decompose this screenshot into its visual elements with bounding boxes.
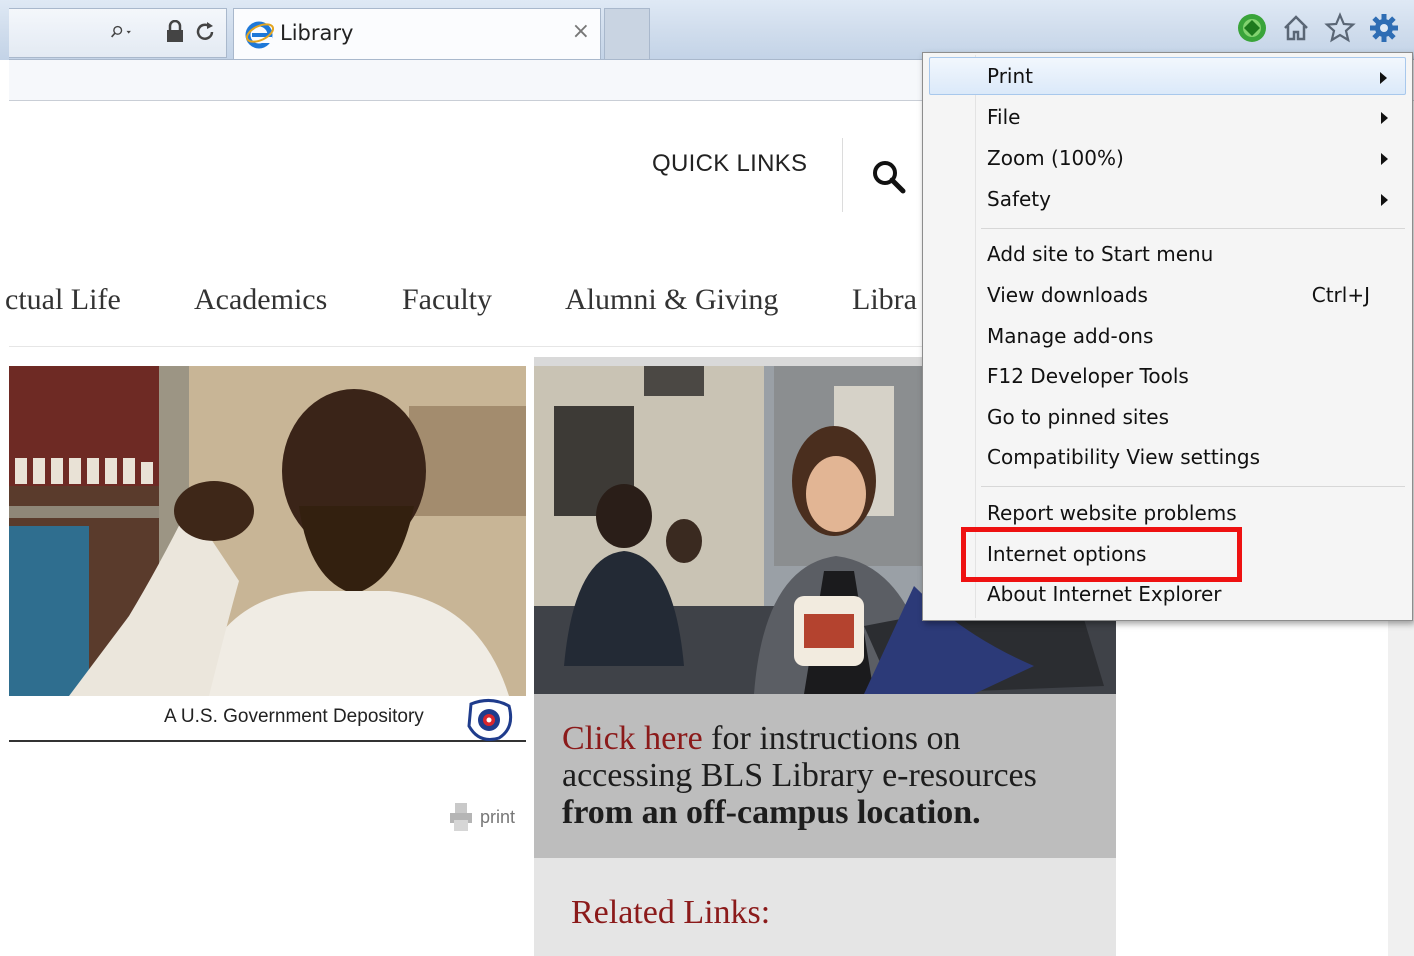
header-divider [842, 138, 843, 212]
refresh-icon[interactable] [194, 19, 216, 45]
print-link[interactable]: print [448, 802, 515, 832]
menu-item-label: About Internet Explorer [987, 582, 1222, 606]
promo-text: Click here for instructions on accessing… [562, 720, 1102, 831]
submenu-arrow-icon [1381, 153, 1388, 165]
nav-library[interactable]: Libra [852, 283, 917, 317]
menu-item-label: Safety [987, 187, 1051, 211]
printer-icon [450, 803, 472, 831]
tools-gear-icon[interactable] [1368, 12, 1400, 44]
menu-item-label: Go to pinned sites [987, 405, 1170, 429]
promo-line-3: from an off-campus location. [562, 794, 981, 831]
lock-icon[interactable] [164, 19, 186, 45]
addon-icon[interactable] [1236, 12, 1268, 44]
favorites-star-icon[interactable] [1324, 12, 1356, 44]
menu-separator [981, 486, 1405, 487]
internet-options-highlight [961, 527, 1242, 582]
page-right-gutter [1388, 620, 1414, 956]
menu-item-label: Print [987, 64, 1034, 88]
tab-close-icon[interactable]: × [572, 19, 590, 44]
submenu-arrow-icon [1381, 194, 1388, 206]
menu-item-safety[interactable]: Safety [929, 180, 1406, 218]
related-links-section: Related Links: [534, 858, 1116, 956]
menu-item-manage-addons[interactable]: Manage add-ons [929, 317, 1406, 355]
print-label: print [480, 806, 516, 827]
menu-item-label: Report website problems [987, 501, 1237, 525]
menu-item-print[interactable]: Print [929, 57, 1406, 95]
nav-faculty[interactable]: Faculty [402, 283, 492, 317]
menu-item-add-site-start[interactable]: Add site to Start menu [929, 235, 1406, 273]
menu-item-f12-tools[interactable]: F12 Developer Tools [929, 357, 1406, 395]
quick-links-link[interactable]: QUICK LINKS [652, 150, 807, 178]
browser-tab[interactable]: Library × [233, 8, 601, 60]
submenu-arrow-icon [1381, 112, 1388, 124]
menu-item-label: F12 Developer Tools [987, 364, 1189, 388]
library-photo [9, 366, 526, 696]
menu-item-compatibility-view[interactable]: Compatibility View settings [929, 438, 1406, 476]
offcampus-promo: Click here for instructions on accessing… [534, 694, 1116, 858]
nav-divider [9, 346, 934, 347]
menu-item-label: Compatibility View settings [987, 445, 1261, 469]
menu-shortcut: Ctrl+J [1311, 283, 1370, 307]
menu-item-label: Zoom (100%) [987, 146, 1124, 170]
menu-item-label: Add site to Start menu [987, 242, 1214, 266]
menu-item-label: File [987, 105, 1021, 129]
menu-item-label: Manage add-ons [987, 324, 1154, 348]
depository-caption: A U.S. Government Depository [9, 696, 526, 742]
menu-item-view-downloads[interactable]: View downloads Ctrl+J [929, 276, 1406, 314]
menu-item-label: View downloads [987, 283, 1148, 307]
address-bar-end[interactable] [9, 8, 227, 58]
menu-separator [981, 228, 1405, 229]
submenu-arrow-icon [1380, 72, 1387, 84]
new-tab-button[interactable] [604, 8, 650, 60]
depository-caption-text: A U.S. Government Depository [164, 706, 424, 727]
internet-explorer-icon [245, 21, 274, 49]
promo-line-1: for instructions on [702, 720, 961, 757]
menu-item-pinned-sites[interactable]: Go to pinned sites [929, 398, 1406, 436]
menu-item-zoom[interactable]: Zoom (100%) [929, 139, 1406, 177]
main-navigation: ctual Life Academics Faculty Alumni & Gi… [5, 283, 929, 343]
nav-intellectual-life[interactable]: ctual Life [5, 283, 121, 317]
toolbar-icons [1236, 12, 1400, 44]
home-icon[interactable] [1280, 12, 1312, 44]
search-dropdown-icon[interactable] [110, 19, 132, 45]
tab-title: Library [280, 21, 354, 45]
nav-alumni-giving[interactable]: Alumni & Giving [565, 283, 778, 317]
search-icon[interactable] [870, 158, 908, 196]
click-here-link[interactable]: Click here [562, 720, 703, 757]
promo-line-2: accessing BLS Library e-resources [562, 757, 1037, 794]
nav-academics[interactable]: Academics [194, 283, 327, 317]
federal-depository-logo [467, 699, 513, 741]
menu-item-file[interactable]: File [929, 98, 1406, 136]
related-links-title: Related Links: [571, 894, 771, 931]
